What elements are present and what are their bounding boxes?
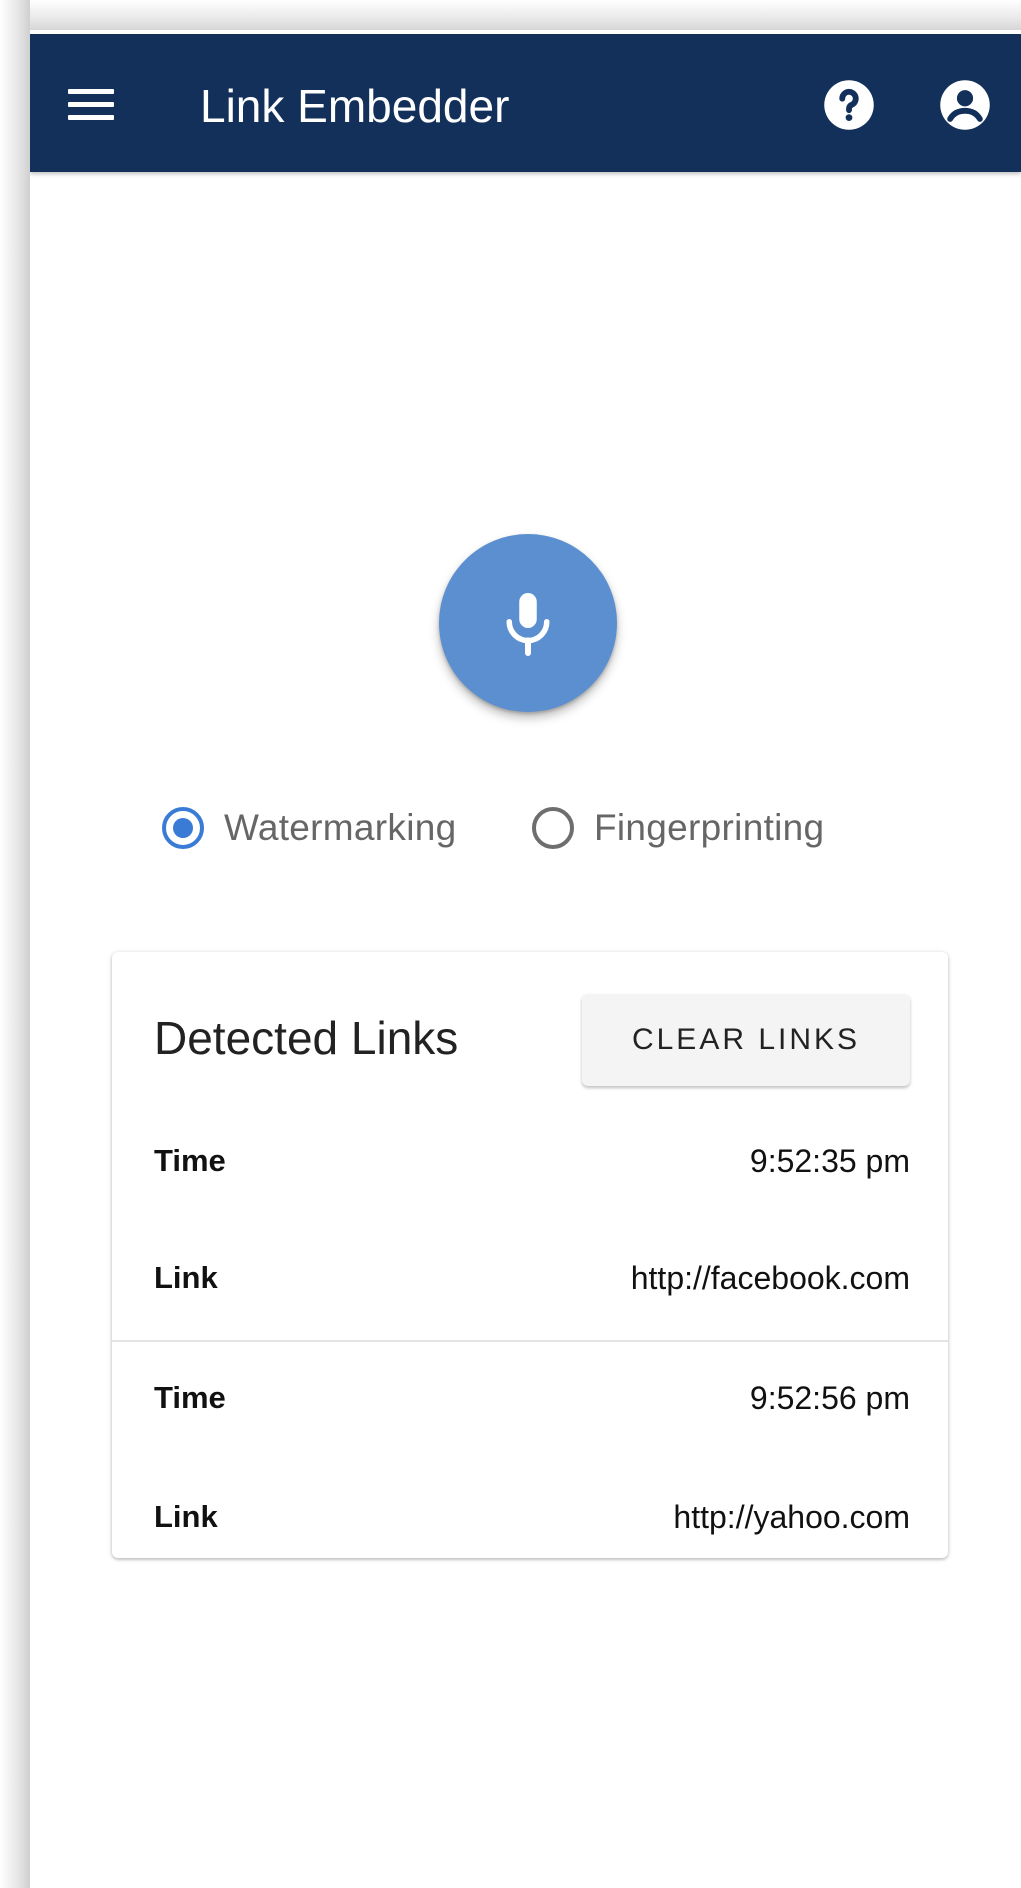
link-value: http://yahoo.com: [673, 1498, 910, 1535]
account-button[interactable]: [938, 78, 992, 132]
frame-shadow-top: [0, 0, 1021, 30]
watermarking-label: Watermarking: [224, 807, 457, 848]
detection-mode-radio-group: Watermarking Fingerprinting: [30, 798, 1021, 858]
microphone-icon: [506, 593, 550, 656]
link-value: http://facebook.com: [630, 1259, 910, 1296]
clear-links-button[interactable]: CLEAR LINKS: [582, 994, 910, 1086]
link-label: Link: [154, 1260, 218, 1295]
time-value: 9:52:56 pm: [749, 1379, 910, 1416]
hamburger-menu-icon: [68, 88, 114, 94]
detected-links-title: Detected Links: [154, 1012, 459, 1064]
fingerprinting-label: Fingerprinting: [594, 807, 825, 848]
help-button[interactable]: [822, 78, 876, 132]
detected-links-card: Detected Links CLEAR LINKS Time 9:52:35 …: [112, 952, 948, 1558]
hamburger-menu-icon-bar: [68, 101, 114, 107]
menu-button[interactable]: [60, 74, 122, 134]
app-bar: Link Embedder: [30, 34, 1021, 172]
time-label: Time: [154, 1380, 226, 1415]
app-title: Link Embedder: [200, 80, 510, 132]
time-label: Time: [154, 1143, 226, 1178]
fingerprinting-radio-button[interactable]: [532, 807, 574, 849]
time-value: 9:52:35 pm: [749, 1142, 910, 1179]
watermarking-radio-button[interactable]: [162, 807, 204, 849]
microphone-button[interactable]: [439, 534, 617, 712]
link-entry-1-link-row: Link http://facebook.com: [154, 1253, 910, 1303]
link-entry-2-link-row: Link http://yahoo.com: [154, 1492, 910, 1542]
fingerprinting-radio-option[interactable]: Fingerprinting: [532, 798, 824, 858]
link-label: Link: [154, 1499, 218, 1534]
screenshot-frame: Link Embedder Watermarking Fingerprintin…: [0, 0, 1021, 1888]
app-screen: Link Embedder Watermarking Fingerprintin…: [30, 34, 1021, 1888]
frame-shadow-left: [0, 0, 30, 1888]
watermarking-radio-option[interactable]: Watermarking: [162, 798, 457, 858]
link-entry-2-time-row: Time 9:52:56 pm: [154, 1373, 910, 1423]
entry-divider: [112, 1340, 948, 1342]
link-entry-1-time-row: Time 9:52:35 pm: [154, 1136, 910, 1186]
help-circle-icon: [824, 80, 874, 130]
account-circle-icon: [940, 80, 990, 130]
hamburger-menu-icon-bar: [68, 114, 114, 120]
